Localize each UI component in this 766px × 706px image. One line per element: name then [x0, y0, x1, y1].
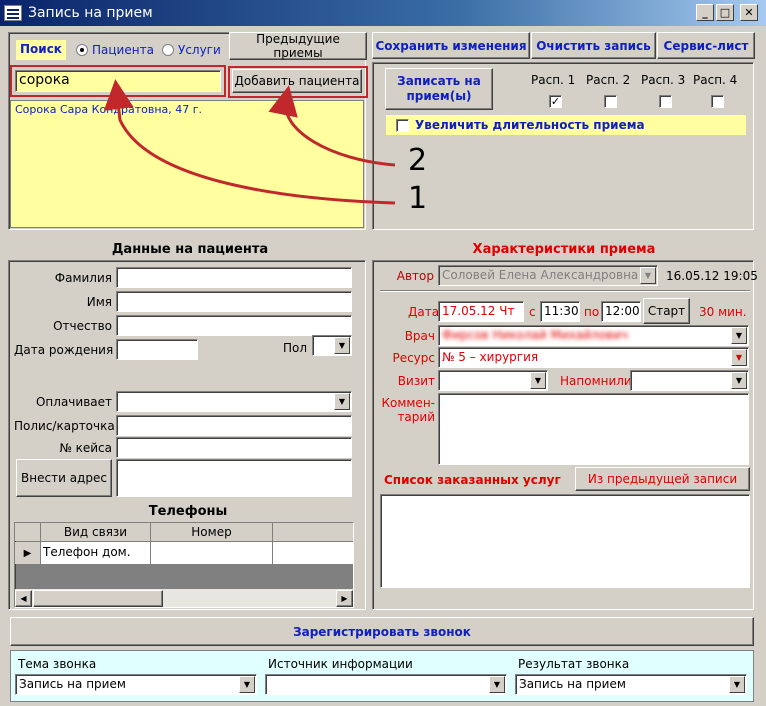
resource-select[interactable]: № 5 – хирургия ▼: [438, 347, 749, 368]
from-previous-button[interactable]: Из предыдущей записи: [575, 467, 750, 491]
chevron-down-icon[interactable]: ▼: [489, 676, 505, 693]
patient-header: Данные на пациента: [111, 242, 269, 257]
patronymic-input[interactable]: [116, 315, 352, 336]
first-name-label: Имя: [86, 295, 112, 309]
doctor-select[interactable]: Фирсов Николай Михайлович ▼: [438, 325, 749, 346]
from-time-input[interactable]: 11:30: [540, 301, 580, 322]
chevron-down-icon[interactable]: ▼: [731, 327, 747, 344]
call-topic-label: Тема звонка: [18, 657, 97, 671]
patronymic-label: Отчество: [53, 319, 112, 333]
info-source-label: Источник информации: [268, 657, 413, 671]
comment-textarea[interactable]: [438, 393, 749, 465]
phone-number-cell[interactable]: [151, 542, 273, 564]
phones-header: Телефоны: [148, 504, 228, 519]
add-address-button[interactable]: Внести адрес: [16, 459, 112, 497]
comment-label-line1: Коммен-: [381, 396, 435, 410]
annotation-2: 2: [408, 143, 428, 178]
arrow-2: [268, 85, 396, 167]
visit-select[interactable]: ▼: [438, 370, 548, 391]
chevron-down-icon[interactable]: ▼: [530, 372, 546, 389]
scroll-right-icon[interactable]: ▶: [336, 589, 353, 607]
policy-label: Полис/карточка: [14, 419, 115, 433]
last-name-label: Фамилия: [54, 271, 112, 285]
case-number-label: № кейса: [59, 441, 112, 455]
from-label: с: [529, 305, 536, 319]
annotation-1: 1: [408, 181, 428, 216]
to-time-input[interactable]: 12:00: [601, 301, 641, 322]
to-label: по: [584, 305, 600, 319]
case-number-input[interactable]: [116, 437, 352, 458]
payer-select[interactable]: ▼: [116, 391, 352, 412]
author-select: Соловей Елена Александровна ▼: [438, 265, 658, 286]
table-row[interactable]: ▶ Телефон дом.: [15, 542, 353, 564]
phones-col-type: Вид связи: [41, 523, 151, 541]
scroll-left-icon[interactable]: ◀: [15, 589, 32, 607]
visit-label: Визит: [397, 374, 435, 388]
birth-date-label: Дата рождения: [14, 343, 114, 357]
separator: [380, 290, 750, 292]
register-call-button[interactable]: Зарегистрировать звонок: [10, 617, 754, 646]
phones-grid[interactable]: Вид связи Номер ▶ Телефон дом. ◀ ▶: [14, 522, 354, 608]
comment-label-line2: тарий: [397, 410, 435, 424]
characteristics-header: Характеристики приема: [472, 242, 656, 257]
sex-label: Пол: [283, 341, 308, 355]
chevron-down-icon[interactable]: ▼: [731, 349, 747, 366]
doctor-label: Врач: [404, 329, 435, 343]
created-timestamp: 16.05.12 19:05: [666, 269, 758, 283]
duration-label: 30 мин.: [699, 305, 747, 319]
remind-select[interactable]: ▼: [630, 370, 749, 391]
info-source-select[interactable]: ▼: [265, 674, 507, 695]
address-field[interactable]: [116, 459, 352, 497]
chevron-down-icon: ▼: [640, 267, 656, 284]
birth-date-input[interactable]: [116, 339, 198, 360]
phone-type-cell[interactable]: Телефон дом.: [41, 542, 151, 564]
call-result-select[interactable]: Запись на прием ▼: [515, 674, 747, 695]
last-name-input[interactable]: [116, 267, 352, 288]
call-topic-select[interactable]: Запись на прием ▼: [15, 674, 257, 695]
policy-input[interactable]: [116, 415, 352, 436]
services-list[interactable]: [380, 494, 750, 588]
chevron-down-icon[interactable]: ▼: [239, 676, 255, 693]
date-input[interactable]: 17.05.12 Чт: [438, 301, 524, 322]
call-result-label: Результат звонка: [518, 657, 630, 671]
resource-label: Ресурс: [392, 351, 435, 365]
row-selector-icon[interactable]: ▶: [15, 542, 41, 564]
start-button[interactable]: Старт: [643, 298, 690, 324]
phones-col-number: Номер: [151, 523, 273, 541]
first-name-input[interactable]: [116, 291, 352, 312]
arrow-1: [103, 79, 396, 205]
payer-label: Оплачивает: [35, 395, 112, 409]
services-header: Список заказанных услуг: [384, 473, 561, 487]
chevron-down-icon[interactable]: ▼: [731, 372, 747, 389]
horizontal-scrollbar-thumb[interactable]: [33, 589, 163, 607]
chevron-down-icon[interactable]: ▼: [334, 393, 350, 410]
remind-label: Напомнили: [560, 374, 632, 388]
chevron-down-icon[interactable]: ▼: [729, 676, 745, 693]
sex-select[interactable]: ▼: [312, 335, 352, 356]
date-label: Дата: [408, 305, 440, 319]
author-label: Автор: [396, 269, 434, 283]
chevron-down-icon[interactable]: ▼: [334, 337, 350, 354]
